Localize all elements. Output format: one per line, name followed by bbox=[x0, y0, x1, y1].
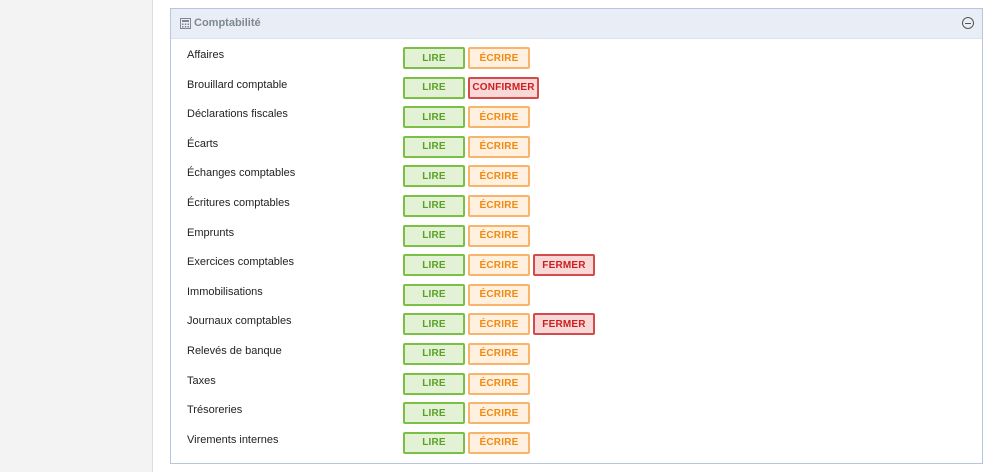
write-button[interactable]: ÉCRIRE bbox=[468, 135, 530, 158]
permission-label: Brouillard comptable bbox=[187, 78, 288, 91]
permission-buttons: LIRE ÉCRIRE bbox=[403, 224, 530, 247]
read-button[interactable]: LIRE bbox=[403, 372, 465, 395]
list-item: Écritures comptables LIRE ÉCRIRE bbox=[171, 186, 982, 217]
list-item: Affaires LIRE ÉCRIRE bbox=[171, 38, 982, 69]
read-button[interactable]: LIRE bbox=[403, 402, 465, 425]
permissions-panel: Comptabilité Affaires LIRE ÉCRIRE Brouillar… bbox=[170, 8, 983, 464]
read-button[interactable]: LIRE bbox=[403, 106, 465, 129]
permission-buttons: LIRE ÉCRIRE bbox=[403, 135, 530, 158]
list-item: Échanges comptables LIRE ÉCRIRE bbox=[171, 156, 982, 188]
list-item: Virements internes LIRE ÉCRIRE bbox=[171, 423, 982, 454]
panel-header[interactable]: Comptabilité bbox=[171, 9, 982, 39]
read-button[interactable]: LIRE bbox=[403, 135, 465, 158]
read-button[interactable]: LIRE bbox=[403, 254, 465, 277]
list-item: Trésoreries LIRE ÉCRIRE bbox=[171, 393, 982, 425]
calculator-icon bbox=[180, 18, 191, 29]
permission-label: Relevés de banque bbox=[187, 344, 282, 357]
list-item: Brouillard comptable LIRE CONFIRMER bbox=[171, 68, 982, 99]
confirm-button[interactable]: CONFIRMER bbox=[468, 76, 539, 99]
permission-buttons: LIRE ÉCRIRE bbox=[403, 283, 530, 306]
permission-buttons: LIRE ÉCRIRE bbox=[403, 165, 530, 188]
permission-buttons: LIRE ÉCRIRE bbox=[403, 402, 530, 425]
write-button[interactable]: ÉCRIRE bbox=[468, 106, 530, 129]
permission-label: Exercices comptables bbox=[187, 256, 294, 269]
read-button[interactable]: LIRE bbox=[403, 313, 465, 336]
read-button[interactable]: LIRE bbox=[403, 342, 465, 365]
permission-buttons: LIRE ÉCRIRE FERMER bbox=[403, 313, 595, 336]
close-button[interactable]: FERMER bbox=[533, 313, 595, 336]
permission-label: Déclarations fiscales bbox=[187, 108, 288, 121]
permission-buttons: LIRE ÉCRIRE bbox=[403, 106, 530, 129]
permission-label: Immobilisations bbox=[187, 285, 263, 298]
permission-buttons: LIRE ÉCRIRE bbox=[403, 47, 530, 69]
permission-label: Emprunts bbox=[187, 226, 235, 239]
read-button[interactable]: LIRE bbox=[403, 165, 465, 188]
write-button[interactable]: ÉCRIRE bbox=[468, 283, 530, 306]
write-button[interactable]: ÉCRIRE bbox=[468, 224, 530, 247]
minus-circle-icon[interactable] bbox=[962, 17, 974, 29]
read-button[interactable]: LIRE bbox=[403, 283, 465, 306]
permissions-list: Affaires LIRE ÉCRIRE Brouillard comptable LI… bbox=[171, 38, 982, 454]
list-item: Relevés de banque LIRE ÉCRIRE bbox=[171, 334, 982, 365]
write-button[interactable]: ÉCRIRE bbox=[468, 47, 530, 69]
close-button[interactable]: FERMER bbox=[533, 254, 595, 277]
permission-label: Trésoreries bbox=[187, 404, 243, 417]
permission-label: Écritures comptables bbox=[187, 196, 290, 209]
permission-label: Écarts bbox=[187, 137, 219, 150]
permission-buttons: LIRE ÉCRIRE FERMER bbox=[403, 254, 595, 277]
read-button[interactable]: LIRE bbox=[403, 224, 465, 247]
permission-buttons: LIRE ÉCRIRE bbox=[403, 342, 530, 365]
permission-label: Virements internes bbox=[187, 433, 279, 446]
read-button[interactable]: LIRE bbox=[403, 431, 465, 454]
list-item: Déclarations fiscales LIRE ÉCRIRE bbox=[171, 97, 982, 129]
permission-label: Journaux comptables bbox=[187, 315, 292, 328]
permission-buttons: LIRE CONFIRMER bbox=[403, 76, 539, 99]
list-item: Journaux comptables LIRE ÉCRIRE FERMER bbox=[171, 304, 982, 336]
list-item: Taxes LIRE ÉCRIRE bbox=[171, 364, 982, 395]
permission-label: Échanges comptables bbox=[187, 167, 296, 180]
write-button[interactable]: ÉCRIRE bbox=[468, 431, 530, 454]
permission-label: Taxes bbox=[187, 374, 216, 387]
write-button[interactable]: ÉCRIRE bbox=[468, 165, 530, 188]
write-button[interactable]: ÉCRIRE bbox=[468, 402, 530, 425]
write-button[interactable]: ÉCRIRE bbox=[468, 372, 530, 395]
permission-buttons: LIRE ÉCRIRE bbox=[403, 431, 530, 454]
panel-title: Comptabilité bbox=[194, 17, 261, 29]
permission-label: Affaires bbox=[187, 49, 225, 61]
read-button[interactable]: LIRE bbox=[403, 76, 465, 99]
list-item: Exercices comptables LIRE ÉCRIRE FERMER bbox=[171, 245, 982, 277]
list-item: Emprunts LIRE ÉCRIRE bbox=[171, 216, 982, 247]
read-button[interactable]: LIRE bbox=[403, 194, 465, 217]
write-button[interactable]: ÉCRIRE bbox=[468, 194, 530, 217]
read-button[interactable]: LIRE bbox=[403, 47, 465, 69]
write-button[interactable]: ÉCRIRE bbox=[468, 254, 530, 277]
permission-buttons: LIRE ÉCRIRE bbox=[403, 372, 530, 395]
write-button[interactable]: ÉCRIRE bbox=[468, 313, 530, 336]
list-item: Écarts LIRE ÉCRIRE bbox=[171, 127, 982, 158]
list-item: Immobilisations LIRE ÉCRIRE bbox=[171, 275, 982, 306]
left-sidebar bbox=[0, 0, 153, 472]
permission-buttons: LIRE ÉCRIRE bbox=[403, 194, 530, 217]
write-button[interactable]: ÉCRIRE bbox=[468, 342, 530, 365]
